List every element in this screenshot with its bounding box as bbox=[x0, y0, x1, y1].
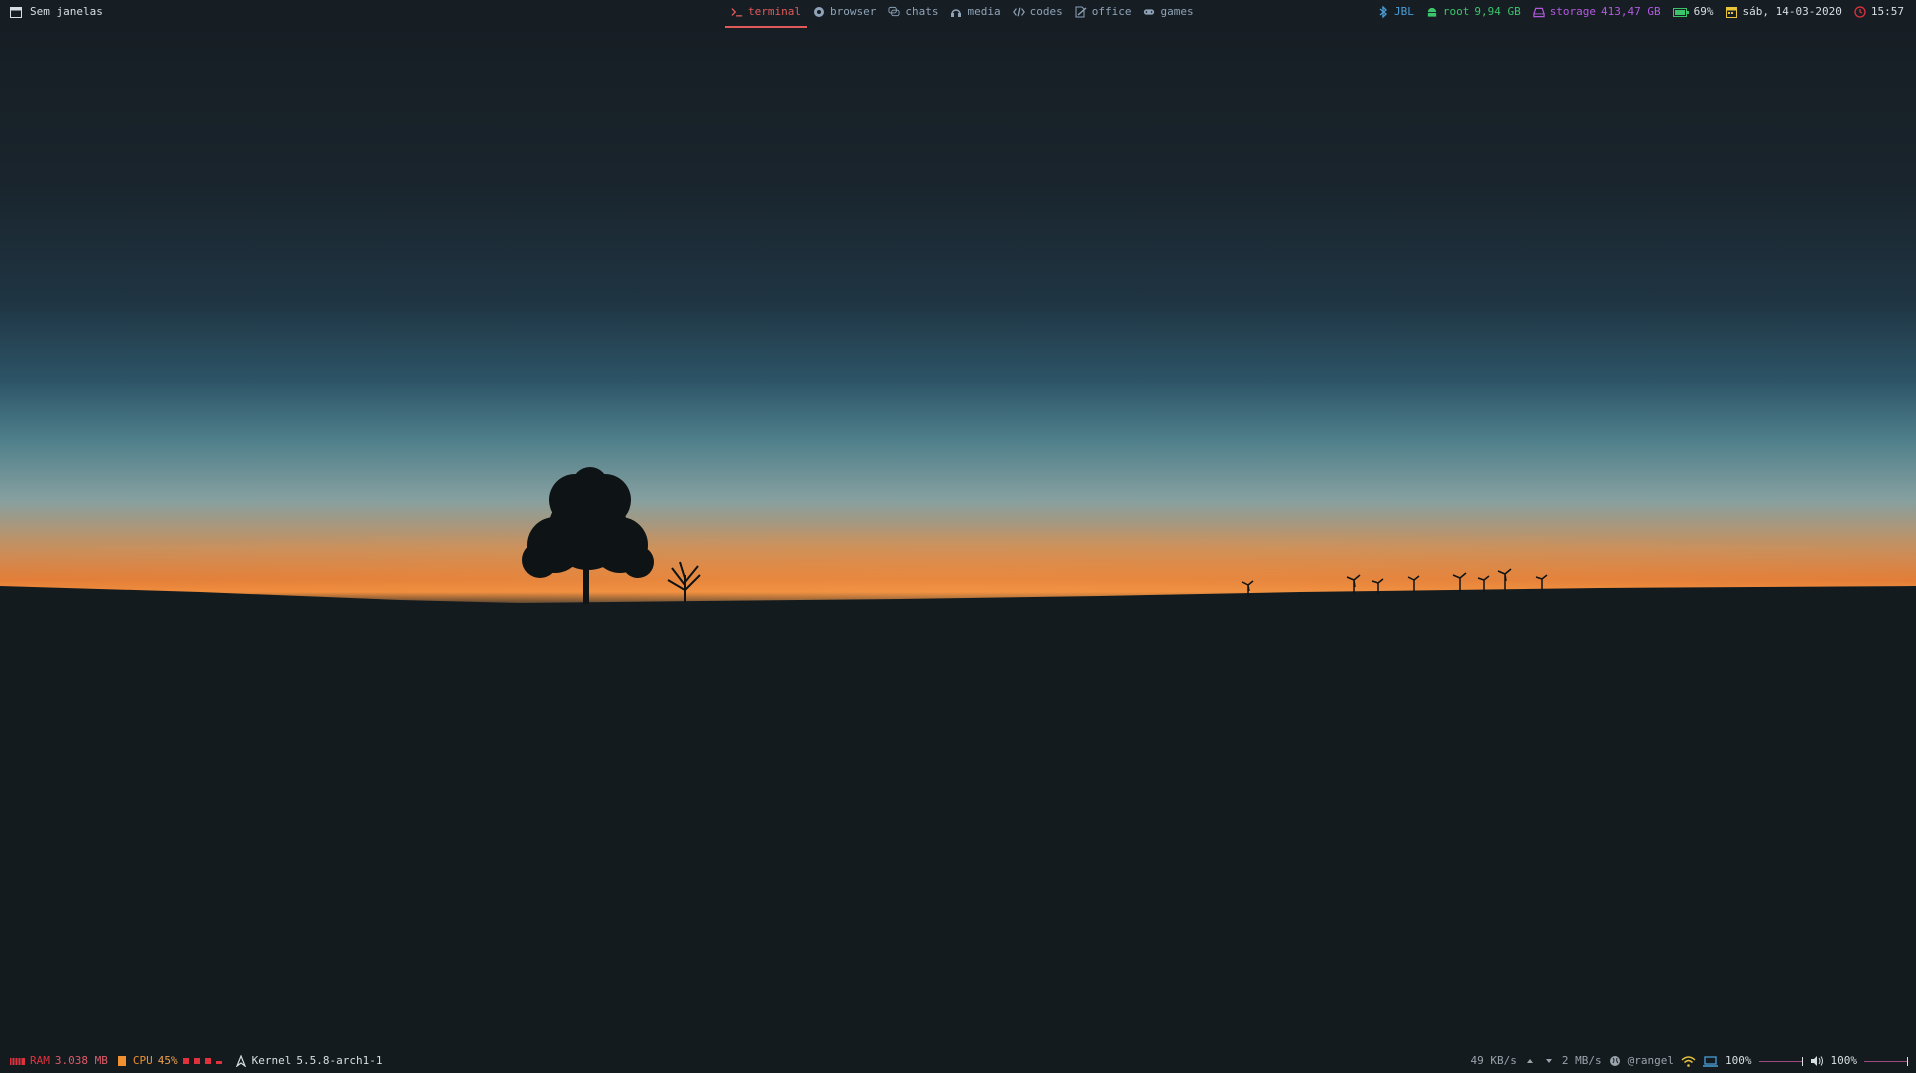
workspace-label: codes bbox=[1029, 5, 1063, 18]
chat-bubbles-icon bbox=[888, 6, 900, 18]
cpu-chip-icon bbox=[116, 1055, 128, 1067]
cpu-label: CPU bbox=[132, 1054, 153, 1067]
cpu-core-bar bbox=[215, 1061, 222, 1064]
workspace-codes[interactable]: codes bbox=[1007, 0, 1069, 24]
window-icon bbox=[10, 6, 22, 18]
gamepad-icon bbox=[1143, 6, 1155, 18]
arch-linux-icon bbox=[235, 1055, 247, 1067]
clock-value: 15:57 bbox=[1870, 5, 1904, 18]
terminal-icon bbox=[731, 6, 743, 18]
headphones-icon bbox=[950, 6, 962, 18]
clock-icon bbox=[1854, 6, 1866, 18]
brightness-value: 100% bbox=[1725, 1054, 1752, 1067]
horizon-ground bbox=[0, 586, 1916, 1073]
storage-disk-module[interactable]: storage 413,47 GB bbox=[1533, 0, 1661, 24]
window-title-area: Sem janelas bbox=[10, 0, 103, 24]
root-disk-module[interactable]: root 9,94 GB bbox=[1426, 0, 1521, 24]
cpu-core-bar bbox=[204, 1058, 211, 1064]
workspace-games[interactable]: games bbox=[1137, 0, 1199, 24]
wallpaper-sunset bbox=[0, 467, 1916, 1073]
desktop: Sem janelas terminal browser chats media… bbox=[0, 0, 1916, 1073]
system-stats: RAM 3.038 MB CPU 45% Kernel 5.5.8-arch1-… bbox=[10, 1049, 382, 1073]
globe-icon bbox=[1609, 1055, 1621, 1067]
laptop-screen-icon bbox=[1703, 1055, 1718, 1067]
clock-module[interactable]: 15:57 bbox=[1854, 0, 1904, 24]
network-and-audio: 49 KB/s 2 MB/s @rangel 100% 100% bbox=[1471, 1049, 1908, 1073]
cpu-module[interactable]: CPU 45% bbox=[116, 1049, 227, 1073]
top-status-bar: Sem janelas terminal browser chats media… bbox=[0, 0, 1916, 28]
workspace-label: browser bbox=[829, 5, 877, 18]
workspace-list: terminal browser chats media codes offic… bbox=[725, 0, 1200, 28]
battery-icon bbox=[1672, 6, 1689, 18]
ram-module[interactable]: RAM 3.038 MB bbox=[10, 1049, 108, 1073]
workspace-label: office bbox=[1091, 5, 1132, 18]
cpu-core-bar bbox=[182, 1058, 189, 1064]
android-robot-icon bbox=[1426, 6, 1438, 18]
workspace-label: games bbox=[1160, 5, 1194, 18]
browser-globe-icon bbox=[813, 6, 825, 18]
kernel-value: 5.5.8-arch1-1 bbox=[296, 1054, 383, 1067]
date-value: sáb, 14-03-2020 bbox=[1742, 5, 1842, 18]
hostname: @rangel bbox=[1627, 1054, 1674, 1067]
wifi-icon[interactable] bbox=[1681, 1055, 1696, 1067]
document-pen-icon bbox=[1075, 6, 1087, 18]
volume-value: 100% bbox=[1830, 1054, 1858, 1067]
root-label: root bbox=[1442, 5, 1470, 18]
kernel-label: Kernel bbox=[251, 1054, 292, 1067]
window-title: Sem janelas bbox=[30, 5, 103, 18]
bluetooth-device: JBL bbox=[1393, 5, 1414, 18]
kernel-module: Kernel 5.5.8-arch1-1 bbox=[235, 1049, 383, 1073]
arrow-up-icon bbox=[1524, 1055, 1536, 1067]
memory-chip-icon bbox=[10, 1055, 25, 1067]
volume-slider[interactable] bbox=[1864, 1056, 1908, 1066]
cpu-value: 45% bbox=[157, 1054, 178, 1067]
workspace-chats[interactable]: chats bbox=[882, 0, 944, 24]
root-value: 9,94 GB bbox=[1474, 5, 1521, 18]
bluetooth-icon bbox=[1377, 6, 1389, 18]
workspace-browser[interactable]: browser bbox=[807, 0, 882, 24]
bottom-status-bar: RAM 3.038 MB CPU 45% Kernel 5.5.8-arch1-… bbox=[0, 1049, 1916, 1073]
storage-label: storage bbox=[1549, 5, 1597, 18]
workspace-label: chats bbox=[905, 5, 939, 18]
net-download-speed: 49 KB/s bbox=[1470, 1054, 1517, 1067]
date-module[interactable]: sáb, 14-03-2020 bbox=[1726, 0, 1842, 24]
battery-value: 69% bbox=[1693, 5, 1714, 18]
ram-label: RAM bbox=[30, 1054, 50, 1067]
storage-value: 413,47 GB bbox=[1601, 5, 1661, 18]
calendar-icon bbox=[1726, 6, 1738, 18]
cpu-core-bar bbox=[193, 1058, 200, 1064]
battery-module[interactable]: 69% bbox=[1672, 0, 1714, 24]
workspace-label: terminal bbox=[748, 5, 801, 18]
workspace-media[interactable]: media bbox=[944, 0, 1006, 24]
workspace-label: media bbox=[967, 5, 1001, 18]
brightness-slider[interactable] bbox=[1758, 1056, 1803, 1066]
speaker-volume-icon[interactable] bbox=[1810, 1055, 1824, 1067]
bluetooth-module[interactable]: JBL bbox=[1377, 0, 1414, 24]
system-modules: JBL root 9,94 GB storage 413,47 GB 69% s… bbox=[1377, 0, 1904, 24]
arrow-down-icon bbox=[1543, 1055, 1555, 1067]
workspace-terminal[interactable]: terminal bbox=[725, 0, 807, 28]
ram-value: 3.038 MB bbox=[54, 1054, 108, 1067]
workspace-office[interactable]: office bbox=[1069, 0, 1138, 24]
hard-drive-icon bbox=[1533, 6, 1545, 18]
cpu-core-bars bbox=[182, 1049, 227, 1073]
net-upload-speed: 2 MB/s bbox=[1561, 1054, 1602, 1067]
code-brackets-icon bbox=[1012, 6, 1025, 18]
